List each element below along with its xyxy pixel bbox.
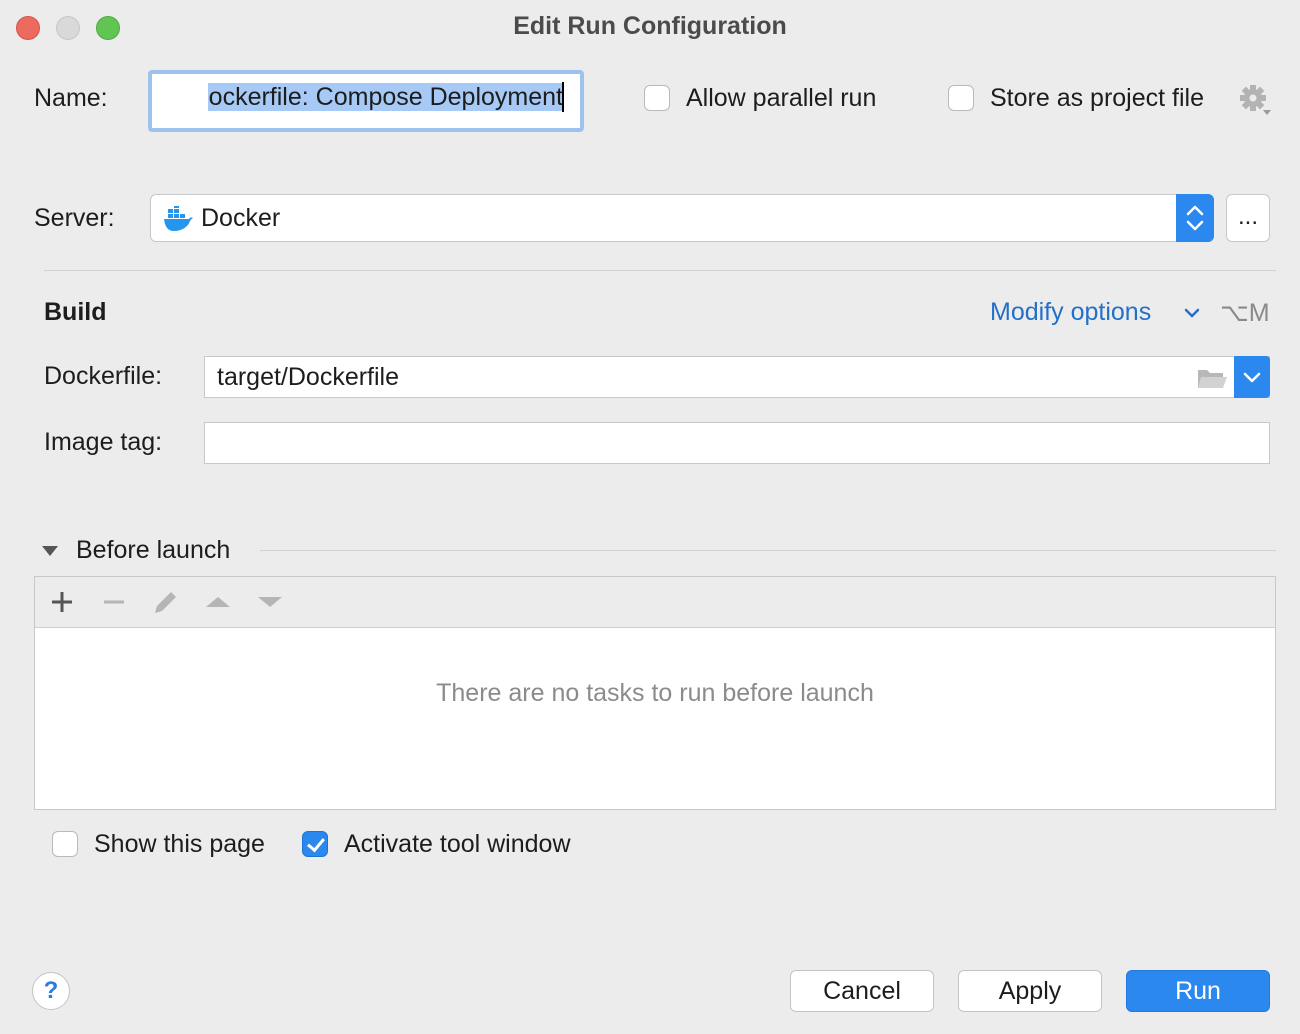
- chevron-down-icon[interactable]: [1183, 306, 1201, 320]
- chevron-up-down-icon: [1186, 205, 1204, 231]
- add-icon[interactable]: [47, 587, 77, 617]
- allow-parallel-run-checkbox[interactable]: [644, 85, 670, 111]
- name-label: Name:: [34, 84, 108, 112]
- build-heading: Build: [44, 298, 107, 326]
- edit-icon[interactable]: [151, 587, 181, 617]
- separator: [260, 550, 1276, 551]
- dockerfile-dropdown-button[interactable]: [1234, 356, 1270, 398]
- empty-tasks-message: There are no tasks to run before launch: [436, 679, 874, 707]
- activate-tool-window-checkbox[interactable]: [302, 831, 328, 857]
- allow-parallel-run-label: Allow parallel run: [686, 84, 877, 112]
- apply-button[interactable]: Apply: [958, 970, 1102, 1012]
- server-select-value: Docker: [201, 204, 281, 232]
- image-tag-input[interactable]: [204, 422, 1270, 464]
- dockerfile-label: Dockerfile:: [44, 362, 163, 390]
- dockerfile-input[interactable]: target/Dockerfile: [204, 356, 1270, 398]
- gear-icon[interactable]: [1238, 84, 1272, 116]
- before-launch-heading[interactable]: Before launch: [76, 536, 230, 565]
- server-select-arrow[interactable]: [1176, 194, 1214, 242]
- show-this-page-label: Show this page: [94, 830, 265, 858]
- dockerfile-input-value: target/Dockerfile: [217, 363, 400, 391]
- docker-icon: [164, 206, 193, 231]
- store-as-project-file-checkbox[interactable]: [948, 85, 974, 111]
- name-input-value: ockerfile: Compose Deployment: [207, 83, 564, 111]
- image-tag-label: Image tag:: [44, 428, 163, 456]
- folder-icon[interactable]: [1195, 364, 1229, 392]
- server-label: Server:: [34, 204, 115, 232]
- move-down-icon[interactable]: [255, 587, 285, 617]
- text-caret: [562, 82, 564, 112]
- cancel-button[interactable]: Cancel: [790, 970, 934, 1012]
- server-more-button[interactable]: ...: [1226, 194, 1270, 242]
- window-title: Edit Run Configuration: [513, 12, 787, 40]
- run-button[interactable]: Run: [1126, 970, 1270, 1012]
- modify-options-link[interactable]: Modify options: [990, 298, 1151, 327]
- separator: [44, 270, 1276, 271]
- help-button[interactable]: ?: [32, 972, 70, 1010]
- move-up-icon[interactable]: [203, 587, 233, 617]
- name-input[interactable]: ockerfile: Compose Deployment: [148, 70, 584, 132]
- chevron-down-icon: [1243, 372, 1261, 383]
- modify-options-shortcut: ⌥M: [1220, 299, 1270, 327]
- remove-icon[interactable]: [99, 587, 129, 617]
- edit-run-configuration-dialog: Edit Run Configuration Name: ockerfile: …: [0, 0, 1300, 1034]
- server-select[interactable]: Docker: [150, 194, 1214, 242]
- collapse-triangle-icon[interactable]: [40, 544, 60, 558]
- show-this-page-checkbox[interactable]: [52, 831, 78, 857]
- before-launch-toolbar: [35, 577, 1275, 628]
- before-launch-tasks-list: There are no tasks to run before launch: [34, 576, 1276, 810]
- store-as-project-file-label: Store as project file: [990, 84, 1204, 112]
- activate-tool-window-label: Activate tool window: [344, 830, 571, 858]
